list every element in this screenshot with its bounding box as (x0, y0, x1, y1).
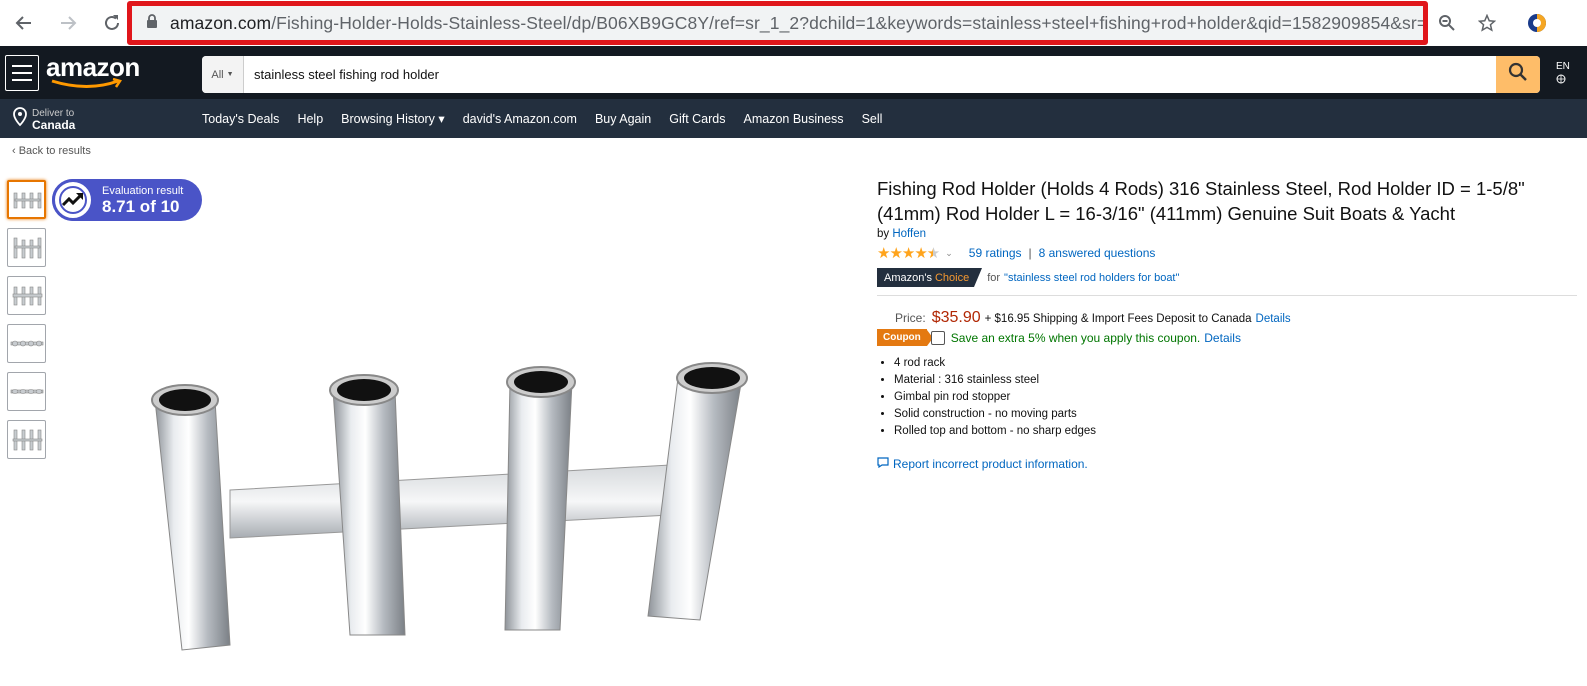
lock-icon (146, 13, 158, 33)
price-row: Price: $35.90 + $16.95 Shipping & Import… (877, 309, 1577, 327)
nav-link-amazon-business[interactable]: Amazon Business (744, 112, 844, 126)
nav-link-sell[interactable]: Sell (862, 112, 883, 126)
nav-link-davids-amazon[interactable]: david's Amazon.com (463, 112, 577, 126)
coupon-row: Coupon Save an extra 5% when you apply t… (877, 329, 1577, 346)
choice-word: Choice (934, 271, 970, 284)
product-title: Fishing Rod Holder (Holds 4 Rods) 316 St… (877, 178, 1525, 224)
coupon-details-link[interactable]: Details (1204, 331, 1241, 345)
amazon-logo[interactable]: amazon (46, 52, 140, 88)
thumbnail-3[interactable] (7, 276, 46, 315)
location-pin-icon (12, 107, 28, 132)
amazon-header: amazon All▼ EN (0, 46, 1587, 99)
thumbnail-5[interactable] (7, 372, 46, 411)
separator: | (1028, 246, 1032, 260)
deliver-country: Canada (32, 117, 76, 132)
thumbnail-6[interactable] (7, 420, 46, 459)
address-bar[interactable]: amazon.com/Fishing-Holder-Holds-Stainles… (127, 1, 1428, 45)
nav-link-buy-again[interactable]: Buy Again (595, 112, 651, 126)
trend-up-icon (52, 179, 94, 221)
nav-link-todays-deals[interactable]: Today's Deals (202, 112, 279, 126)
list-item: 4 rod rack (894, 355, 1577, 372)
price-label: Price: (895, 311, 926, 325)
choice-label: Amazon's (884, 271, 932, 284)
product-main-image[interactable] (130, 310, 770, 670)
comment-icon (877, 457, 889, 471)
divider (877, 295, 1577, 296)
deliver-label: Deliver to (32, 107, 75, 119)
language-label: EN (1556, 61, 1570, 72)
report-incorrect-info[interactable]: Report incorrect product information. (877, 457, 1577, 471)
list-item: Rolled top and bottom - no sharp edges (894, 423, 1577, 440)
url-text: amazon.com/Fishing-Holder-Holds-Stainles… (170, 13, 1423, 34)
search-button[interactable] (1496, 56, 1540, 93)
search-department-select[interactable]: All ▼ (202, 56, 244, 93)
deliver-to[interactable]: Deliver to Canada (12, 107, 75, 132)
search-bar: All ▼ (202, 56, 1540, 93)
ratings-link[interactable]: 59 ratings (969, 246, 1022, 260)
report-link-text: Report incorrect product information. (893, 457, 1088, 471)
extension-icon[interactable] (1522, 6, 1552, 40)
evaluation-score: 8.71 of 10 (102, 196, 180, 216)
evaluation-badge: Evaluation result 8.71 of 10 (52, 179, 202, 221)
coupon-checkbox[interactable] (930, 330, 945, 345)
nav-link-browsing-history[interactable]: Browsing History ▾ (341, 111, 445, 126)
nav-link-help[interactable]: Help (297, 112, 323, 126)
feature-bullets: 4 rod rack Material : 316 stainless stee… (877, 355, 1577, 440)
menu-icon[interactable] (5, 55, 39, 91)
shipping-details-link[interactable]: Details (1256, 313, 1291, 325)
forward-arrow-icon[interactable] (48, 3, 88, 43)
nav-link-gift-cards[interactable]: Gift Cards (669, 112, 725, 126)
evaluation-label: Evaluation result (102, 184, 184, 197)
answered-questions-link[interactable]: 8 answered questions (1039, 246, 1156, 260)
amazons-choice-badge: Amazon's Choice (877, 268, 975, 287)
choice-badge-tail (974, 268, 983, 287)
brand-link[interactable]: Hoffen (892, 228, 926, 240)
rating-row: ★★★★★ ⌄ 59 ratings | 8 answered question… (877, 244, 1577, 262)
coupon-tag: Coupon (877, 329, 927, 346)
thumbnail-4[interactable] (7, 324, 46, 363)
list-item: Gimbal pin rod stopper (894, 389, 1577, 406)
search-icon (1508, 62, 1528, 87)
shipping-text: + $16.95 Shipping & Import Fees Deposit … (984, 313, 1252, 325)
url-path: /Fishing-Holder-Holds-Stainless-Steel/dp… (271, 12, 1423, 33)
choice-for-label: for (987, 271, 1001, 284)
amazon-nav-bar: Deliver to Canada Today's Deals Help Bro… (0, 99, 1587, 138)
zoom-icon[interactable] (1432, 6, 1462, 40)
nav-links: Today's Deals Help Browsing History ▾ da… (202, 99, 900, 138)
product-details: Fishing Rod Holder (Holds 4 Rods) 316 St… (877, 176, 1577, 471)
back-arrow-icon[interactable] (4, 3, 44, 43)
list-item: Solid construction - no moving parts (894, 406, 1577, 423)
language-selector[interactable]: EN (1556, 60, 1570, 89)
reload-icon[interactable] (92, 3, 132, 43)
globe-icon (1556, 74, 1570, 89)
bookmark-star-icon[interactable] (1472, 6, 1502, 40)
coupon-text: Save an extra 5% when you apply this cou… (950, 330, 1201, 345)
choice-query-link[interactable]: "stainless steel rod holders for boat" (1004, 272, 1179, 284)
thumbnail-list (7, 180, 46, 468)
back-to-results-link[interactable]: ‹ Back to results (12, 145, 91, 157)
url-host: amazon.com (170, 12, 272, 33)
thumbnail-2[interactable] (7, 228, 46, 267)
thumbnail-1[interactable] (7, 180, 46, 219)
search-input[interactable] (244, 56, 1496, 93)
by-label: by (877, 228, 890, 240)
list-item: Material : 316 stainless steel (894, 372, 1577, 389)
chevron-down-icon[interactable]: ⌄ (945, 248, 953, 259)
byline: by Hoffen (877, 228, 1577, 240)
search-dept-label: All (211, 68, 224, 81)
price-value: $35.90 (931, 309, 981, 326)
caret-down-icon: ▼ (226, 71, 234, 78)
star-rating-icon[interactable]: ★★★★★ (877, 244, 940, 262)
amazons-choice-row: Amazon's Choice for "stainless steel rod … (877, 268, 1577, 287)
